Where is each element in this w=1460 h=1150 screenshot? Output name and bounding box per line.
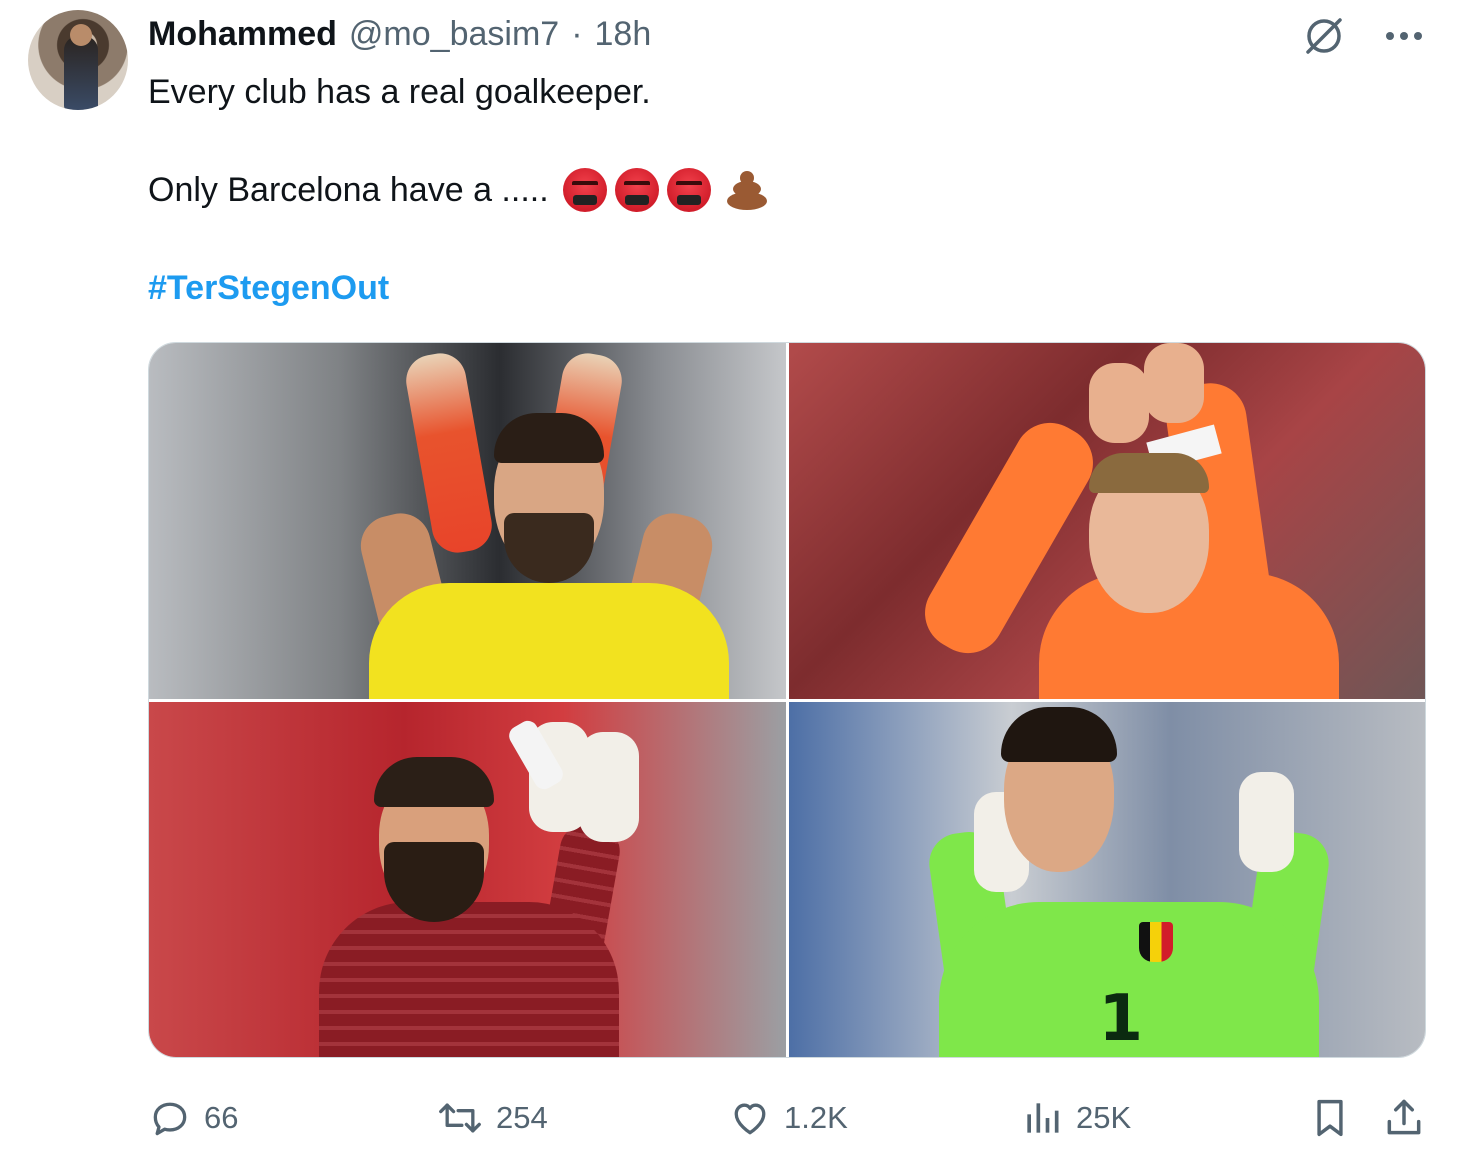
action-bar: 66 254 1.2K 25K (148, 1090, 1426, 1146)
grok-icon[interactable] (1302, 14, 1346, 58)
tweet-line-1: Every club has a real goalkeeper. (148, 73, 651, 111)
cursing-face-icon (666, 168, 711, 212)
tweet[interactable]: Mohammed @mo_basim7 · 18h Every club has… (0, 0, 1460, 1150)
avatar[interactable] (28, 10, 128, 110)
tweet-header: Mohammed @mo_basim7 · 18h (148, 12, 651, 56)
views-button[interactable]: 25K (1020, 1090, 1131, 1146)
more-options-icon[interactable] (1384, 30, 1424, 42)
hashtag-line: #TerStegenOut (148, 264, 1398, 312)
avatar-head (70, 24, 92, 46)
hashtag-link[interactable]: #TerStegenOut (148, 264, 389, 312)
reply-count: 66 (204, 1100, 239, 1135)
photo-keeper-red-kit[interactable] (149, 701, 786, 1057)
tweet-line-2: Only Barcelona have a ..... (148, 166, 1398, 214)
timestamp[interactable]: 18h (595, 15, 652, 54)
bookmark-button[interactable] (1310, 1090, 1350, 1146)
tweet-top-actions (1302, 14, 1424, 58)
like-count: 1.2K (784, 1100, 848, 1135)
shirt-number: 1 (1098, 981, 1144, 1056)
like-button[interactable]: 1.2K (728, 1090, 848, 1146)
view-count: 25K (1076, 1100, 1132, 1135)
share-icon (1387, 1099, 1421, 1135)
bookmark-icon (1317, 1099, 1343, 1137)
emoji-group (562, 168, 769, 212)
pile-of-poo-icon (725, 168, 769, 212)
retweet-count: 254 (496, 1100, 548, 1135)
avatar-figure (64, 36, 98, 110)
photo-keeper-green-kit[interactable]: 1 (788, 701, 1425, 1057)
reply-icon (153, 1102, 187, 1136)
photo-keeper-yellow-kit[interactable] (149, 343, 786, 699)
analytics-icon (1027, 1103, 1059, 1133)
handle[interactable]: @mo_basim7 (349, 15, 559, 54)
display-name[interactable]: Mohammed (148, 15, 337, 54)
heart-icon (734, 1103, 766, 1135)
crest-icon (1138, 921, 1173, 962)
tweet-text: Every club has a real goalkeeper. Only B… (148, 68, 1398, 312)
retweet-icon (439, 1103, 481, 1133)
cursing-face-icon (562, 168, 607, 212)
cursing-face-icon (614, 168, 659, 212)
reply-button[interactable]: 66 (148, 1090, 238, 1146)
retweet-button[interactable]: 254 (436, 1090, 548, 1146)
separator: · (571, 14, 583, 53)
media-grid: 1 (148, 342, 1426, 1058)
photo-keeper-orange-kit[interactable] (788, 343, 1425, 699)
share-button[interactable] (1382, 1090, 1426, 1146)
tweet-line-2-text: Only Barcelona have a ..... (148, 171, 549, 209)
